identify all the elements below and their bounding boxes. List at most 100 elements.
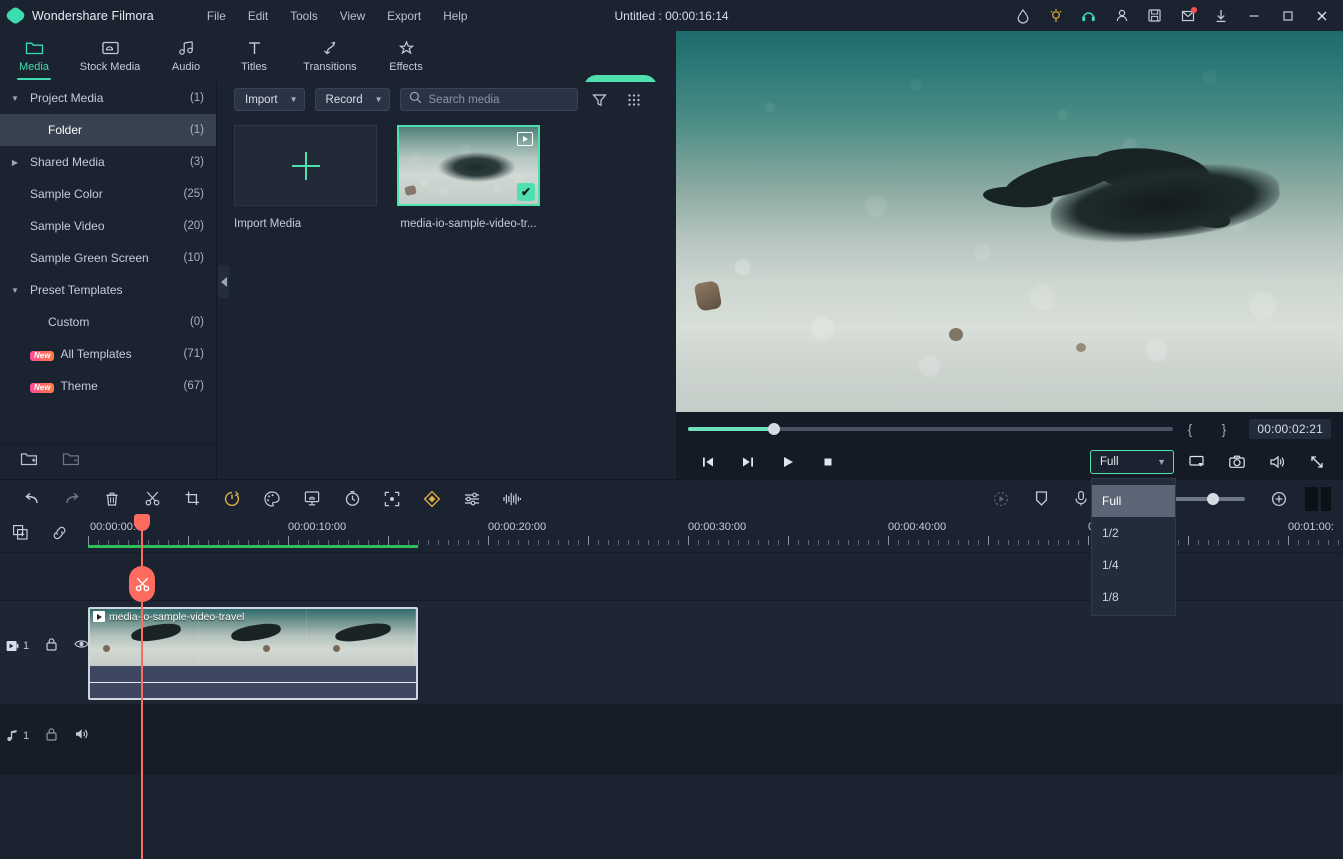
minimize-button[interactable] [1237, 0, 1271, 31]
sidebar-item-sample-video[interactable]: Sample Video (20) [0, 210, 216, 242]
motion-tracking-icon[interactable] [372, 480, 412, 517]
close-button[interactable] [1305, 0, 1339, 31]
video-preview[interactable] [676, 31, 1343, 412]
filter-funnel-icon[interactable] [588, 88, 612, 111]
mail-icon[interactable] [1171, 0, 1204, 31]
sidebar-item-custom[interactable]: Custom (0) [0, 306, 216, 338]
mark-in-button[interactable]: { [1173, 421, 1207, 437]
zoom-slider-handle[interactable] [1207, 492, 1219, 505]
timeline-playhead[interactable] [129, 514, 155, 859]
delete-icon[interactable] [92, 480, 132, 517]
camera-icon[interactable] [1217, 445, 1257, 479]
sidebar-item-preset-templates[interactable]: ▼ Preset Templates [0, 274, 216, 306]
download-icon[interactable] [1204, 0, 1237, 31]
sidebar-item-all-templates[interactable]: New All Templates (71) [0, 338, 216, 370]
quality-option-half[interactable]: 1/2 [1092, 517, 1175, 549]
preview-quality-menu[interactable]: Full 1/2 1/4 1/8 [1091, 478, 1176, 616]
green-screen-icon[interactable] [292, 480, 332, 517]
redo-icon[interactable] [52, 480, 92, 517]
ruler-label: 00:00:20:00 [488, 521, 547, 533]
menu-help[interactable]: Help [432, 5, 478, 27]
crop-icon[interactable] [172, 480, 212, 517]
headset-icon[interactable] [1072, 0, 1105, 31]
playhead-handle[interactable] [134, 514, 150, 531]
menu-edit[interactable]: Edit [237, 5, 279, 27]
eye-icon[interactable] [74, 638, 89, 653]
sidebar-item-folder[interactable]: Folder (1) [0, 114, 216, 146]
import-media-dropzone[interactable] [234, 125, 377, 206]
chevron-right-icon[interactable]: ▶ [0, 158, 30, 167]
menu-tools[interactable]: Tools [279, 5, 329, 27]
sidebar-item-theme[interactable]: New Theme (67) [0, 370, 216, 402]
folder-icon [25, 40, 44, 59]
menu-file[interactable]: File [196, 5, 237, 27]
selected-check-icon[interactable]: ✔ [517, 183, 535, 201]
timeline-clip[interactable]: media-io-sample-video-travel [88, 607, 418, 700]
audio-waveform-icon[interactable] [492, 480, 532, 517]
media-item[interactable]: ✔ media-io-sample-video-tr... [397, 125, 540, 230]
panel-collapse-handle[interactable] [218, 265, 229, 298]
tab-stock-media[interactable]: Stock Media [68, 31, 152, 82]
mark-out-button[interactable]: } [1207, 421, 1241, 437]
color-palette-icon[interactable] [252, 480, 292, 517]
remove-folder-icon[interactable] [62, 451, 80, 472]
undo-icon[interactable] [12, 480, 52, 517]
import-media-tile[interactable]: Import Media [234, 125, 377, 230]
new-folder-icon[interactable] [20, 451, 38, 472]
snapshot-screen-icon[interactable] [1177, 445, 1217, 479]
tab-effects[interactable]: Effects [372, 31, 440, 82]
chevron-down-icon[interactable]: ▼ [0, 286, 30, 295]
add-track-icon[interactable] [12, 524, 29, 546]
video-track-header: 1 [0, 637, 89, 654]
quality-option-full[interactable]: Full [1092, 485, 1175, 517]
keyframe-icon[interactable] [412, 480, 452, 517]
zoom-to-fit-icon[interactable] [1259, 480, 1299, 517]
audio-track-1[interactable]: 1 [0, 705, 1343, 775]
cloud-icon[interactable] [1006, 0, 1039, 31]
fullscreen-icon[interactable] [1297, 445, 1337, 479]
tab-titles[interactable]: Titles [220, 31, 288, 82]
link-icon[interactable] [51, 525, 68, 546]
tab-media[interactable]: Media [0, 31, 68, 82]
split-scissors-icon[interactable] [132, 480, 172, 517]
quality-option-eighth[interactable]: 1/8 [1092, 581, 1175, 613]
speaker-icon[interactable] [74, 727, 90, 744]
scissors-icon[interactable] [129, 566, 155, 602]
audio-mixer-icon[interactable] [452, 480, 492, 517]
volume-icon[interactable] [1257, 445, 1297, 479]
sidebar-item-sample-green-screen[interactable]: Sample Green Screen (10) [0, 242, 216, 274]
prev-frame-button[interactable] [688, 445, 728, 479]
auto-reframe-icon[interactable] [981, 480, 1021, 517]
ruler-tick [1278, 540, 1279, 545]
tab-transitions[interactable]: Transitions [288, 31, 372, 82]
playback-scrubber[interactable] [688, 422, 1173, 435]
preview-quality-select[interactable]: Full ▼ [1090, 450, 1174, 474]
stopwatch-icon[interactable] [332, 480, 372, 517]
ruler-tick [848, 540, 849, 545]
quality-option-quarter[interactable]: 1/4 [1092, 549, 1175, 581]
tab-audio[interactable]: Audio [152, 31, 220, 82]
chevron-down-icon[interactable]: ▼ [0, 94, 30, 103]
play-button[interactable] [768, 445, 808, 479]
save-icon[interactable] [1138, 0, 1171, 31]
import-dropdown[interactable]: Import ▼ [234, 88, 305, 111]
media-thumbnail[interactable]: ✔ [397, 125, 540, 206]
speed-icon[interactable] [212, 480, 252, 517]
sidebar-item-sample-color[interactable]: Sample Color (25) [0, 178, 216, 210]
lock-icon[interactable] [45, 637, 58, 654]
stop-button[interactable] [808, 445, 848, 479]
grid-view-icon[interactable] [622, 88, 646, 111]
maximize-button[interactable] [1271, 0, 1305, 31]
record-dropdown[interactable]: Record ▼ [314, 88, 390, 111]
sidebar-item-project-media[interactable]: ▼ Project Media (1) [0, 82, 216, 114]
next-frame-button[interactable] [728, 445, 768, 479]
menu-view[interactable]: View [329, 5, 376, 27]
sidebar-item-shared-media[interactable]: ▶ Shared Media (3) [0, 146, 216, 178]
menu-export[interactable]: Export [376, 5, 432, 27]
search-input[interactable]: Search media [399, 88, 578, 111]
marker-icon[interactable] [1021, 480, 1061, 517]
lock-icon[interactable] [45, 727, 58, 744]
lightbulb-icon[interactable] [1039, 0, 1072, 31]
scrubber-handle[interactable] [768, 422, 780, 435]
account-icon[interactable] [1105, 0, 1138, 31]
